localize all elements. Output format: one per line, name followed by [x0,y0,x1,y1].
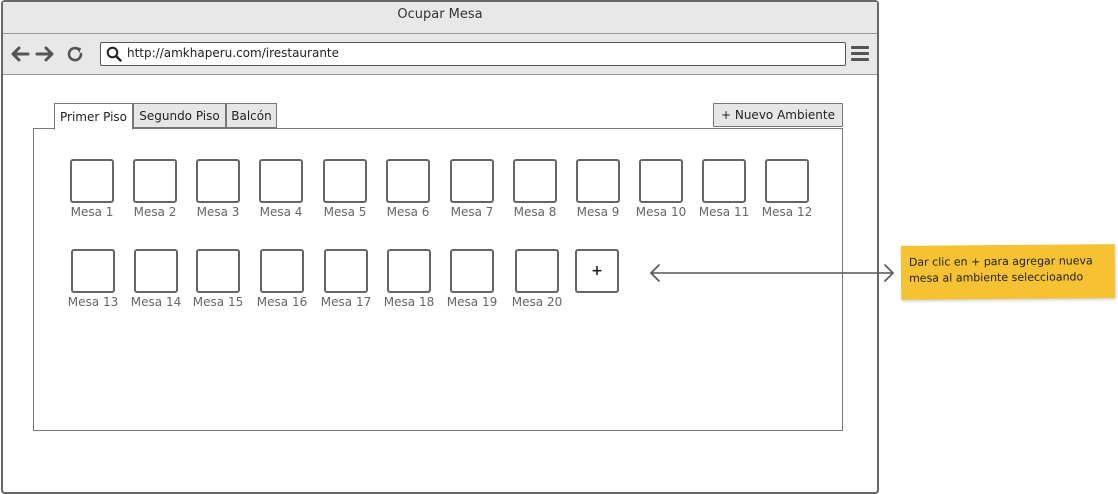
tab-primer-piso[interactable]: Primer Piso [54,103,133,130]
table-item[interactable]: Mesa 19 [440,249,504,319]
add-table-button[interactable]: + [575,249,619,293]
table-icon[interactable] [323,159,367,203]
table-icon[interactable] [134,249,178,293]
note-line-1: Dar clic en + para agregar nueva [908,254,1093,269]
hamburger-menu-icon[interactable] [851,45,869,63]
table-icon[interactable] [196,159,240,203]
table-icon[interactable] [450,159,494,203]
double-arrow-icon [650,264,894,282]
tab-balcon[interactable]: Balcón [226,103,277,128]
address-bar[interactable]: http://amkhaperu.com/irestaurante [100,42,846,66]
table-icon[interactable] [259,159,303,203]
sticky-note: Dar clic en + para agregar nueva mesa al… [900,244,1116,300]
table-icon[interactable] [765,159,809,203]
table-icon[interactable] [515,249,559,293]
note-line-2: mesa al ambiente seleccioando [908,270,1084,285]
reload-icon[interactable] [64,43,86,65]
url-text: http://amkhaperu.com/irestaurante [127,46,340,60]
table-item[interactable]: Mesa 4 [249,159,313,229]
table-icon[interactable] [702,159,746,203]
table-icon[interactable] [639,159,683,203]
table-icon[interactable] [324,249,368,293]
forward-arrow-icon[interactable] [34,43,56,65]
browser-toolbar: http://amkhaperu.com/irestaurante [3,34,877,75]
table-icon[interactable] [260,249,304,293]
tab-segundo-piso[interactable]: Segundo Piso [133,103,226,128]
table-icon[interactable] [450,249,494,293]
table-item[interactable]: Mesa 15 [186,249,250,319]
table-icon[interactable] [576,159,620,203]
table-item[interactable]: Mesa 20 [505,249,569,319]
table-icon[interactable] [387,249,431,293]
table-label: Mesa 20 [511,295,563,309]
table-icon[interactable] [513,159,557,203]
table-icon[interactable] [71,249,115,293]
table-label: Mesa 12 [761,205,813,219]
back-arrow-icon[interactable] [9,43,31,65]
window-title: Ocupar Mesa [397,7,483,22]
new-environment-button[interactable]: + Nuevo Ambiente [713,103,843,127]
table-icon[interactable] [70,159,114,203]
title-bar: Ocupar Mesa [3,2,877,34]
table-item[interactable]: Mesa 16 [250,249,314,319]
table-icon[interactable] [196,249,240,293]
search-icon [106,46,122,62]
table-icon[interactable] [386,159,430,203]
table-item[interactable]: Mesa 6 [376,159,440,229]
table-item[interactable]: Mesa 12 [755,159,819,229]
table-icon[interactable] [133,159,177,203]
